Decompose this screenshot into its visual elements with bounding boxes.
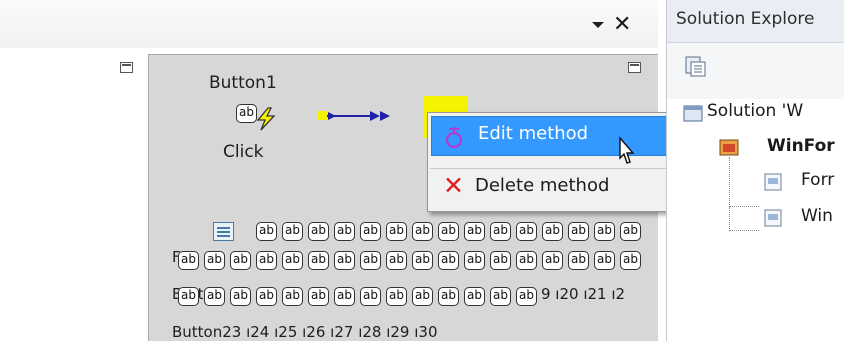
close-icon[interactable]: ✕ — [613, 11, 631, 39]
widget-icon[interactable]: ab — [230, 251, 251, 270]
widget-icon[interactable]: ab — [620, 222, 641, 241]
tree-connector — [729, 157, 759, 207]
widget-icon[interactable]: ab — [256, 222, 277, 241]
widget-icon[interactable]: ab — [516, 222, 537, 241]
tree-item-label: Forr — [801, 170, 835, 190]
widget-icon[interactable]: ab — [490, 287, 511, 306]
widget-icon[interactable]: ab — [256, 251, 277, 270]
menu-item-label: Edit method — [478, 123, 589, 144]
widget-icon[interactable]: ab — [360, 251, 381, 270]
widget-icon[interactable]: ab — [204, 287, 225, 306]
button-index-labels: 9 ı20 ı21 ı2 — [541, 285, 626, 303]
widget-icon[interactable]: ab — [412, 287, 433, 306]
tree-item-label: WinFor — [767, 136, 835, 156]
widget-icon[interactable]: ab — [256, 287, 277, 306]
widget-icon[interactable]: ab — [490, 251, 511, 270]
form-file-icon — [764, 173, 782, 191]
solution-explorer-header[interactable]: Solution Explore — [666, 0, 844, 43]
widget-icon[interactable]: ab — [620, 251, 641, 270]
widget-icon[interactable]: ab — [516, 287, 537, 306]
bolt-icon[interactable] — [255, 107, 277, 131]
solution-icon — [683, 105, 703, 122]
tree-item-label: Solution 'W — [707, 101, 804, 121]
widget-icon[interactable]: ab — [230, 287, 251, 306]
delete-x-icon: ✕ — [443, 171, 464, 200]
widget-icon[interactable]: ab — [542, 251, 563, 270]
button1-event-label: Click — [223, 142, 264, 162]
widget-icon[interactable]: ab — [464, 287, 485, 306]
window-dropdown-icon[interactable] — [592, 22, 604, 28]
event-wire-icon — [318, 111, 390, 121]
widget-icon[interactable]: ab — [568, 222, 589, 241]
widget-icon[interactable]: ab — [282, 251, 303, 270]
menu-item-label: Delete method — [475, 175, 610, 196]
widget-icon[interactable]: ab — [334, 287, 355, 306]
widget-icon[interactable]: ab — [308, 287, 329, 306]
widget-icon[interactable]: ab — [334, 251, 355, 270]
widget-icon[interactable]: ab — [568, 251, 589, 270]
button-row-bottom-label: Button23 ı24 ı25 ı26 ı27 ı28 ı29 ı30 — [172, 323, 438, 341]
widget-icon[interactable]: ab — [308, 222, 329, 241]
widget-icon[interactable]: ab — [516, 251, 537, 270]
button1-name-label: Button1 — [209, 73, 277, 93]
widget-icon[interactable]: ab — [282, 287, 303, 306]
widget-icon[interactable]: ab — [594, 251, 615, 270]
file-icon — [764, 209, 782, 227]
widget-icon[interactable]: ab — [308, 251, 329, 270]
solution-explorer-toolbar — [666, 43, 844, 99]
widget-icon[interactable]: ab — [178, 287, 199, 306]
widget-icon[interactable]: ab — [464, 251, 485, 270]
widget-icon[interactable]: ab — [412, 222, 433, 241]
widget-icon[interactable]: ab — [360, 287, 381, 306]
project-icon — [719, 139, 739, 156]
document-tab-header — [0, 0, 658, 48]
mouse-cursor-icon — [619, 136, 635, 164]
widget-icon[interactable]: ab — [438, 251, 459, 270]
widget-icon[interactable]: ab — [594, 222, 615, 241]
widget-icon[interactable]: ab — [334, 222, 355, 241]
widget-icon[interactable]: ab — [282, 222, 303, 241]
widget-icon[interactable]: ab — [542, 222, 563, 241]
collapse-icon[interactable] — [120, 62, 133, 73]
widget-icon[interactable]: ab — [204, 251, 225, 270]
widget-icon[interactable]: ab — [464, 222, 485, 241]
widget-icon[interactable]: ab — [438, 287, 459, 306]
widget-icon[interactable]: ab — [438, 222, 459, 241]
widget-icon[interactable]: ab — [178, 251, 199, 270]
tree-connector — [729, 207, 759, 231]
solution-tree: Solution 'W WinFor Forr Win — [666, 99, 844, 341]
widget-icon[interactable]: ab — [386, 222, 407, 241]
widget-icon[interactable]: ab — [360, 222, 381, 241]
edit-method-icon — [445, 127, 463, 149]
form-icon — [213, 222, 234, 241]
panel-title: Solution Explore — [676, 9, 815, 29]
widget-icon[interactable]: ab — [490, 222, 511, 241]
button1-widget-icon[interactable]: ab — [236, 104, 257, 123]
properties-icon[interactable] — [685, 55, 707, 77]
widget-icon[interactable]: ab — [386, 287, 407, 306]
widget-icon[interactable]: ab — [412, 251, 433, 270]
widget-icon[interactable]: ab — [386, 251, 407, 270]
collapse-icon[interactable] — [628, 62, 641, 73]
tree-item-label: Win — [801, 206, 833, 226]
